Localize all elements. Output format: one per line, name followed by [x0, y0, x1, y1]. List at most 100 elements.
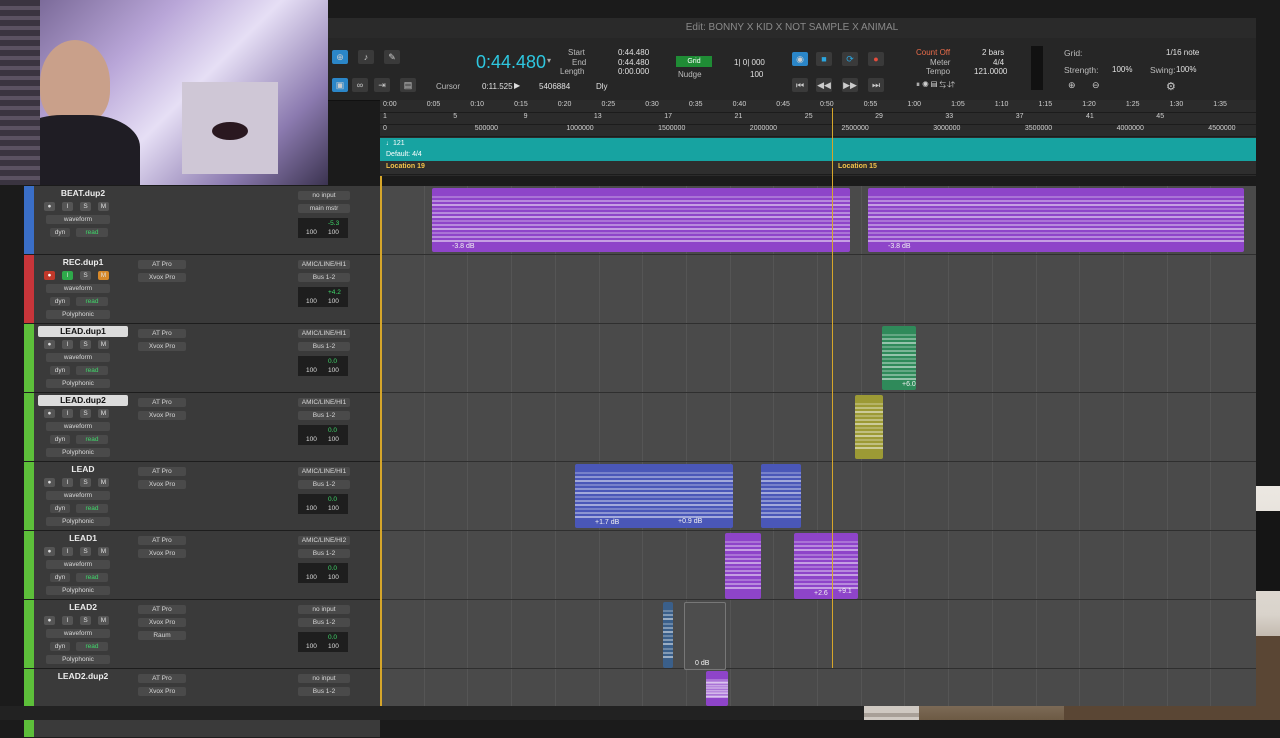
- track-header[interactable]: LEAD.dup1 ● I S Mwaveform dyn read Polyphonic AT…: [24, 324, 380, 393]
- record-enable-button[interactable]: ●: [44, 616, 55, 625]
- track-view-selector[interactable]: waveform: [46, 491, 110, 500]
- input-monitor-button[interactable]: I: [62, 271, 73, 280]
- dly-label[interactable]: Dly: [596, 82, 608, 91]
- automation-mode[interactable]: read: [76, 366, 108, 375]
- solo-button[interactable]: S: [80, 409, 91, 418]
- insert-1[interactable]: AT Pro: [138, 674, 186, 683]
- link-icon[interactable]: ∞: [352, 78, 368, 92]
- output-selector[interactable]: Bus 1-2: [298, 342, 350, 351]
- mute-button[interactable]: M: [98, 478, 109, 487]
- grid-label[interactable]: Grid: [676, 56, 712, 67]
- tempo-value[interactable]: 121.0000: [974, 67, 1007, 76]
- strength-value[interactable]: 100%: [1112, 65, 1132, 74]
- track-lane[interactable]: [380, 255, 1256, 324]
- mute-button[interactable]: M: [98, 202, 109, 211]
- tempo-label[interactable]: Tempo: [926, 67, 950, 76]
- end-value[interactable]: 0:44.480: [618, 58, 649, 67]
- input-monitor-button[interactable]: I: [62, 409, 73, 418]
- length-value[interactable]: 0:00.000: [618, 67, 649, 76]
- input-selector[interactable]: no input: [298, 674, 350, 683]
- meter-marker[interactable]: Default: 4/4: [386, 151, 422, 158]
- track-view-selector[interactable]: waveform: [46, 215, 110, 224]
- zoom-in-icon[interactable]: ⊕: [1068, 80, 1076, 91]
- samples-ruler[interactable]: 0 500000 1000000 1500000 2000000 2500000 30000…: [380, 124, 1256, 137]
- tempo-marker[interactable]: ♩121: [386, 140, 405, 147]
- track-lane[interactable]: [380, 600, 1256, 669]
- track-header[interactable]: LEAD2 ● I S Mwaveform dyn read Polyphonic AT Pro…: [24, 600, 380, 669]
- insert-2[interactable]: Xvox Pro: [138, 480, 186, 489]
- insert-2[interactable]: Xvox Pro: [138, 549, 186, 558]
- mute-button[interactable]: M: [98, 409, 109, 418]
- edit-window[interactable]: -3.8 dB -3.8 dB +6.0 +1.7 dB +0.9 dB +2.6 +9.1…: [380, 186, 1256, 706]
- track-name[interactable]: LEAD2: [38, 602, 128, 613]
- record-enable-button[interactable]: ●: [44, 202, 55, 211]
- volume-pan-display[interactable]: 0.0 100 100: [298, 425, 348, 445]
- input-selector[interactable]: AMIC/LINE/HI1: [298, 467, 350, 476]
- volume-pan-display[interactable]: +4.2 100 100: [298, 287, 348, 307]
- solo-button[interactable]: S: [80, 202, 91, 211]
- dyn-label[interactable]: dyn: [50, 366, 70, 375]
- automation-mode[interactable]: read: [76, 642, 108, 651]
- input-monitor-button[interactable]: I: [62, 478, 73, 487]
- record-icon[interactable]: ●: [868, 52, 884, 66]
- input-monitor-button[interactable]: I: [62, 616, 73, 625]
- track-name[interactable]: LEAD2.dup2: [38, 671, 128, 682]
- dyn-label[interactable]: dyn: [50, 642, 70, 651]
- track-lane[interactable]: [380, 669, 1256, 706]
- clip-lead2-b[interactable]: 0 dB: [684, 602, 726, 670]
- track-lane[interactable]: [380, 393, 1256, 462]
- insert-1[interactable]: AT Pro: [138, 398, 186, 407]
- input-selector[interactable]: no input: [298, 191, 350, 200]
- automation-mode[interactable]: read: [76, 504, 108, 513]
- markers-ruler[interactable]: Location 19 Location 15: [380, 161, 1256, 175]
- dyn-label[interactable]: dyn: [50, 228, 70, 237]
- sync-icons[interactable]: ⏸ ◉ ▤ ⇆ ⇵: [916, 80, 955, 90]
- insert-1[interactable]: AT Pro: [138, 536, 186, 545]
- solo-button[interactable]: S: [80, 616, 91, 625]
- record-enable-button[interactable]: ●: [44, 478, 55, 487]
- insert-2[interactable]: Xvox Pro: [138, 411, 186, 420]
- output-selector[interactable]: Bus 1-2: [298, 411, 350, 420]
- track-view-selector[interactable]: waveform: [46, 284, 110, 293]
- clip-lead-dup1[interactable]: +6.0: [882, 326, 916, 390]
- volume-pan-display[interactable]: 0.0 100 100: [298, 563, 348, 583]
- elastic-mode[interactable]: Polyphonic: [46, 517, 110, 526]
- output-selector[interactable]: Bus 1-2: [298, 687, 350, 696]
- output-selector[interactable]: Bus 1-2: [298, 618, 350, 627]
- counter-dropdown-icon[interactable]: ▾: [547, 56, 551, 65]
- volume-pan-display[interactable]: 0.0 100 100: [298, 494, 348, 514]
- rewind-icon[interactable]: ◀◀: [816, 78, 832, 92]
- record-enable-button[interactable]: ●: [44, 409, 55, 418]
- track-name[interactable]: BEAT.dup2: [38, 188, 128, 199]
- track-lane[interactable]: [380, 462, 1256, 531]
- grab-mode-icon[interactable]: ▣: [332, 78, 348, 92]
- track-header[interactable]: LEAD.dup2 ● I S Mwaveform dyn read Polyphonic AT…: [24, 393, 380, 462]
- stop-icon[interactable]: ■: [816, 52, 832, 66]
- horizontal-scrollbar[interactable]: [0, 706, 864, 720]
- grid2-value[interactable]: 1/16 note: [1166, 48, 1199, 57]
- solo-button[interactable]: S: [80, 547, 91, 556]
- mute-button[interactable]: M: [98, 271, 109, 280]
- nudge-value[interactable]: 100: [750, 70, 763, 79]
- clip-beat-a[interactable]: -3.8 dB: [432, 188, 850, 252]
- track-header[interactable]: LEAD2.dup2 AT Pro Xvox Pro no input Bus 1-2: [24, 669, 380, 738]
- track-header[interactable]: REC.dup1 ● I S Mwaveform dyn read Polyphonic AT …: [24, 255, 380, 324]
- speaker-tool-icon[interactable]: ♪: [358, 50, 374, 64]
- forward-icon[interactable]: ▶▶: [842, 78, 858, 92]
- insert-1[interactable]: AT Pro: [138, 329, 186, 338]
- record-enable-button[interactable]: ●: [44, 271, 55, 280]
- input-selector[interactable]: AMIC/LINE/HI2: [298, 536, 350, 545]
- main-counter[interactable]: 0:44.480: [476, 52, 546, 73]
- location-marker-15[interactable]: Location 15: [838, 163, 877, 170]
- insert-2[interactable]: Xvox Pro: [138, 687, 186, 696]
- track-header[interactable]: LEAD1 ● I S Mwaveform dyn read Polyphonic AT Pro…: [24, 531, 380, 600]
- clip-beat-b[interactable]: -3.8 dB: [868, 188, 1244, 252]
- back-to-start-icon[interactable]: ⏮: [792, 78, 808, 92]
- output-selector[interactable]: main mstr: [298, 204, 350, 213]
- record-enable-button[interactable]: ●: [44, 340, 55, 349]
- track-name[interactable]: LEAD.dup2: [38, 395, 128, 406]
- grid-value[interactable]: 1| 0| 000: [734, 58, 765, 67]
- dyn-label[interactable]: dyn: [50, 504, 70, 513]
- tab-icon[interactable]: ⇥: [374, 78, 390, 92]
- dyn-label[interactable]: dyn: [50, 297, 70, 306]
